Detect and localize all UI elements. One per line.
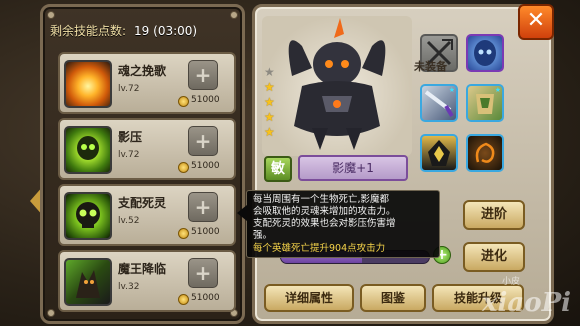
tooltip-line: 支配死灵的效果也会对影压伤害增 bbox=[253, 218, 396, 229]
gold-coin-icon bbox=[178, 162, 189, 173]
hero-name-banner: 影魔+1 bbox=[298, 155, 408, 181]
skill-cost: 51000 bbox=[191, 227, 220, 237]
gold-coin-icon bbox=[178, 294, 189, 305]
hero-portrait[interactable] bbox=[262, 16, 412, 156]
star-icon: ★ bbox=[264, 95, 275, 109]
tooltip-highlight: 每个英雄死亡提升904点攻击力 bbox=[253, 243, 386, 254]
tooltip-line: 会吸取他的灵魂来增加的攻击力。 bbox=[253, 206, 396, 217]
star-icon: ★ bbox=[264, 110, 275, 124]
skill-name: 支配死灵 bbox=[118, 196, 167, 210]
skill-row[interactable]: 魔王降临 lv.32 + 51000 bbox=[58, 250, 236, 312]
fire-orb-skill-icon bbox=[64, 60, 112, 108]
skill-cost: 51000 bbox=[191, 293, 220, 303]
equip-slot-armor[interactable]: ★ bbox=[466, 84, 504, 122]
demon-king-skill-icon bbox=[64, 258, 112, 306]
shadow-demon-hero-icon bbox=[288, 18, 386, 150]
upgrade-skill-button[interactable]: + bbox=[188, 258, 218, 288]
skill-tooltip: 每当周围有一个生物死亡,影魔都 会吸取他的灵魂来增加的攻击力。 支配死灵的效果也… bbox=[237, 190, 440, 258]
close-button[interactable]: ✕ bbox=[518, 4, 554, 40]
skill-level: lv.32 bbox=[118, 282, 140, 292]
skill-points-indicator: 剩余技能点数: 19 (03:00) bbox=[50, 22, 236, 42]
equip-slot-accessory[interactable] bbox=[420, 134, 458, 172]
skill-level: lv.72 bbox=[118, 84, 140, 94]
skill-row[interactable]: 魂之挽歌 lv.72 + 51000 bbox=[58, 52, 236, 114]
skill-level: lv.52 bbox=[118, 216, 140, 226]
dark-helm-icon bbox=[428, 140, 450, 166]
blue-mask-icon bbox=[474, 40, 496, 66]
equip-slot-weapon[interactable]: ★ bbox=[420, 84, 458, 122]
skill-name: 魔王降临 bbox=[118, 262, 167, 276]
gold-coin-icon bbox=[178, 96, 189, 107]
shadow-skull-skill-icon bbox=[64, 126, 112, 174]
skill-name: 影压 bbox=[118, 130, 143, 144]
no-equip-label: 未装备 bbox=[414, 60, 447, 73]
equip-slot-helmet[interactable] bbox=[466, 34, 504, 72]
skill-row[interactable]: 支配死灵 lv.52 + 51000 bbox=[58, 184, 236, 246]
agility-attribute-badge: 敏 bbox=[264, 156, 292, 182]
advance-button[interactable]: 进阶 bbox=[463, 200, 525, 230]
tooltip-line: 强。 bbox=[253, 230, 273, 241]
rivet bbox=[230, 11, 238, 19]
gold-coin-icon bbox=[178, 228, 189, 239]
upgrade-skill-button[interactable]: + bbox=[188, 126, 218, 156]
upgrade-skill-button[interactable]: + bbox=[188, 192, 218, 222]
skill-cost: 51000 bbox=[191, 95, 220, 105]
star-icon: ★ bbox=[264, 65, 275, 79]
skill-row[interactable]: 影压 lv.72 + 51000 bbox=[58, 118, 236, 180]
star-icon: ★ bbox=[264, 125, 275, 139]
watermark-logo: xiaoPi bbox=[482, 288, 571, 318]
rivet bbox=[47, 11, 55, 19]
details-button[interactable]: 详细属性 bbox=[264, 284, 354, 312]
tooltip-line: 每当周围有一个生物死亡,影魔都 bbox=[253, 194, 390, 205]
rivet bbox=[47, 309, 55, 317]
atlas-button[interactable]: 图鉴 bbox=[360, 284, 426, 312]
skill-cost: 51000 bbox=[191, 161, 220, 171]
skull-skill-icon bbox=[64, 192, 112, 240]
star-icon: ★ bbox=[264, 80, 275, 94]
skill-points-value: 19 (03:00) bbox=[134, 24, 198, 38]
upgrade-skill-button[interactable]: + bbox=[188, 60, 218, 90]
evolve-button[interactable]: 进化 bbox=[463, 242, 525, 272]
skill-name: 魂之挽歌 bbox=[118, 64, 167, 78]
flame-swirl-icon bbox=[475, 142, 495, 163]
skill-level: lv.72 bbox=[118, 150, 140, 160]
watermark-small: 小皮 bbox=[502, 277, 521, 287]
skill-points-label: 剩余技能点数: bbox=[50, 24, 127, 38]
equip-slot-relic[interactable] bbox=[466, 134, 504, 172]
